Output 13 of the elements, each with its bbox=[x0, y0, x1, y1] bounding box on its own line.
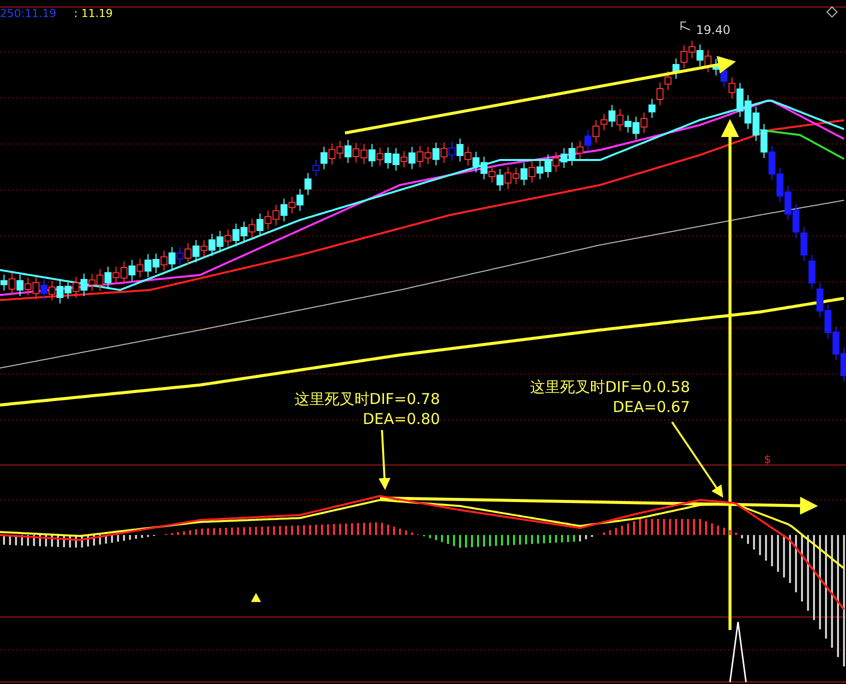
diamond-icon bbox=[826, 6, 838, 18]
indicator-value: : 11.19 bbox=[74, 7, 113, 20]
indicator-label: 250:11.19 bbox=[0, 7, 56, 20]
triangle-marker-icon bbox=[251, 593, 261, 602]
high-price-label: 19.40 bbox=[696, 23, 730, 37]
annotation-text: DEA=0.80 bbox=[362, 410, 440, 428]
annotation-text: DEA=0.67 bbox=[612, 398, 690, 416]
high-marker-icon bbox=[680, 22, 690, 30]
spike-icon bbox=[729, 621, 747, 682]
pointer-arrow bbox=[378, 430, 390, 490]
signal-mark: $ bbox=[764, 453, 771, 466]
annotation-text: 这里死叉时DIF=0.0.58 bbox=[530, 378, 690, 396]
annotation-text: 这里死叉时DIF=0.78 bbox=[294, 390, 440, 408]
